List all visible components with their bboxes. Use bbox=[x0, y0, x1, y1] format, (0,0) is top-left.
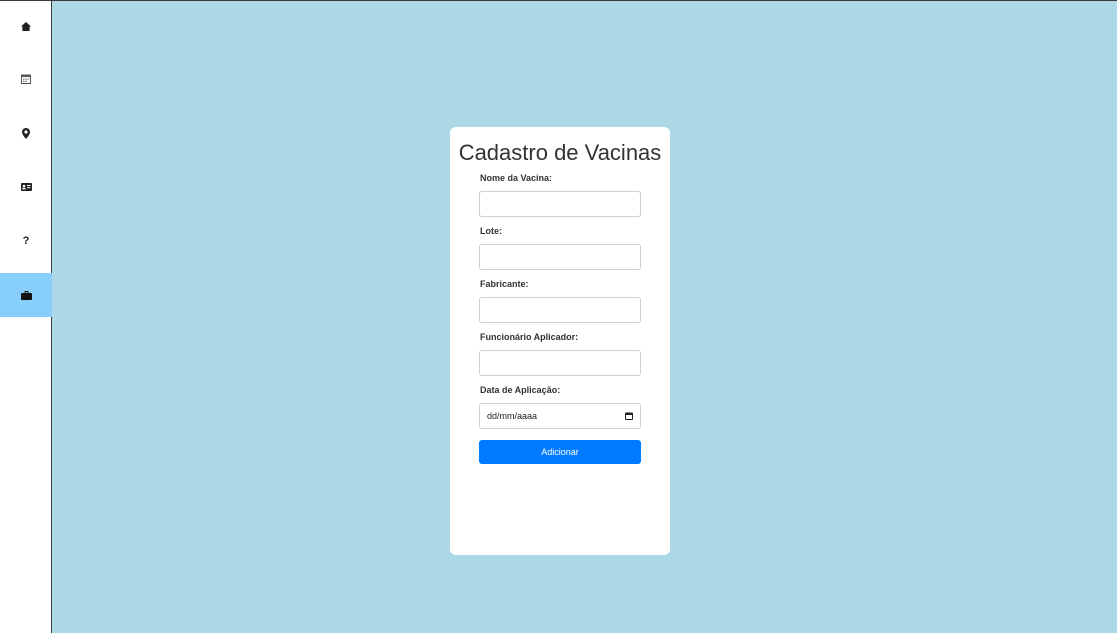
add-button[interactable]: Adicionar bbox=[479, 440, 641, 464]
sidebar-item-location[interactable] bbox=[0, 111, 52, 155]
question-icon: ? bbox=[22, 235, 30, 247]
sidebar-item-calendar[interactable] bbox=[0, 57, 52, 101]
page-title: Cadastro de Vacinas bbox=[458, 140, 662, 165]
sidebar-item-vaccines[interactable] bbox=[0, 273, 52, 317]
sidebar-item-id-card[interactable] bbox=[0, 165, 52, 209]
home-icon bbox=[21, 21, 31, 31]
sidebar-item-home[interactable] bbox=[0, 4, 52, 48]
date-placeholder: dd/mm/aaaa bbox=[487, 411, 538, 421]
manufacturer-input[interactable] bbox=[479, 297, 641, 323]
batch-input[interactable] bbox=[479, 244, 641, 270]
vaccine-name-input[interactable] bbox=[479, 191, 641, 217]
calendar-picker-icon[interactable] bbox=[625, 412, 633, 420]
map-marker-icon bbox=[22, 127, 30, 139]
briefcase-icon bbox=[20, 290, 32, 300]
sidebar: ? bbox=[0, 0, 52, 633]
vaccine-name-label: Nome da Vacina: bbox=[480, 173, 553, 183]
calendar-icon bbox=[21, 74, 31, 84]
sidebar-item-help[interactable]: ? bbox=[0, 219, 52, 263]
vaccine-form-card: Cadastro de Vacinas Nome da Vacina: Lote… bbox=[450, 127, 670, 555]
administering-employee-input[interactable] bbox=[479, 350, 641, 376]
administering-employee-label: Funcionário Aplicador: bbox=[480, 332, 579, 342]
id-card-icon bbox=[20, 183, 32, 191]
manufacturer-label: Fabricante: bbox=[480, 279, 529, 289]
app-root: ? Cadastro de Vacinas Nome da Vacina: Lo… bbox=[0, 0, 1117, 633]
batch-label: Lote: bbox=[480, 226, 502, 236]
application-date-label: Data de Aplicação: bbox=[480, 385, 561, 395]
application-date-input[interactable]: dd/mm/aaaa bbox=[479, 403, 641, 429]
